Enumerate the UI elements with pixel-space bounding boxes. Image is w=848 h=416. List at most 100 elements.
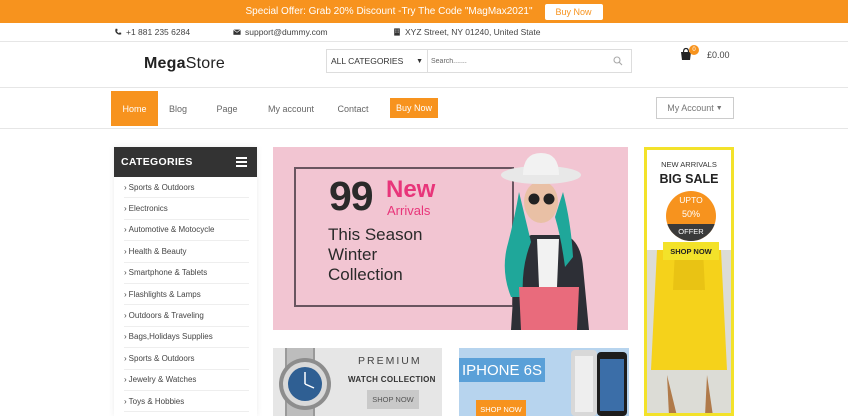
model-woman-image <box>501 153 589 330</box>
nav-buy-now-button[interactable]: Buy Now <box>390 98 438 118</box>
categories-panel: CATEGORIES › Sports & Outdoors › Electroni… <box>114 147 257 416</box>
category-item[interactable]: › Jewelry & Watches <box>124 370 249 391</box>
nav-page[interactable]: Page <box>208 91 246 126</box>
cart-count-badge: 0 <box>689 45 699 55</box>
phone-image <box>571 350 627 416</box>
chevron-right-icon: › <box>124 332 127 342</box>
chevron-right-icon: › <box>124 396 127 406</box>
phone-title: IPHONE 6S <box>459 358 546 382</box>
category-item[interactable]: › Sports & Outdoors <box>124 348 249 370</box>
promo-new-arrivals: NEW ARRIVALS <box>661 160 717 169</box>
search-bar: ALL CATEGORIES ▼ <box>326 49 632 73</box>
site-logo[interactable]: MegaStore <box>144 55 225 73</box>
chevron-right-icon: › <box>124 204 127 214</box>
promo-shop-now-button[interactable]: SHOP NOW <box>663 242 719 260</box>
category-label: Sports & Outdoors <box>128 353 195 363</box>
category-label: Health & Beauty <box>128 246 187 256</box>
watch-image <box>279 348 331 416</box>
chevron-right-icon: › <box>124 353 127 363</box>
contact-bar: +1 881 235 6284 support@dummy.com XYZ St… <box>0 23 848 42</box>
building-icon <box>394 28 400 36</box>
logo-light: Store <box>185 55 225 72</box>
category-item[interactable]: › Flashlights & Lamps <box>124 284 249 306</box>
menu-icon[interactable] <box>236 157 247 167</box>
offer-text: Special Offer: Grab 20% Discount -Try Th… <box>245 6 533 17</box>
categories-header[interactable]: CATEGORIES <box>114 147 257 177</box>
hero-line-2: Winter <box>328 245 378 264</box>
category-item[interactable]: › Automotive & Motocycle <box>124 220 249 242</box>
phone-number: +1 881 235 6284 <box>126 27 191 37</box>
category-label: Toys & Hobbies <box>128 396 185 406</box>
promo-percent: 50% <box>681 209 700 219</box>
category-label: Smartphone & Tablets <box>128 268 208 278</box>
category-item[interactable]: › Smartphone & Tablets <box>124 263 249 284</box>
category-label: Automotive & Motocycle <box>128 225 215 235</box>
promo-discount-circle: UPTO 50% OFFER <box>666 191 716 241</box>
category-label: Bags,Holidays Supplies <box>128 332 213 342</box>
contact-address: XYZ Street, NY 01240, United State <box>393 27 540 37</box>
side-promo-banner[interactable]: NEW ARRIVALS BIG SALE UPTO 50% OFFER SHO… <box>644 147 734 416</box>
hero-line-3: Collection <box>328 265 403 284</box>
main-nav: Home Blog Page My account Contact Buy No… <box>0 88 848 129</box>
chevron-right-icon: › <box>124 182 127 192</box>
chevron-right-icon: › <box>124 246 127 256</box>
categories-list: › Sports & Outdoors › Electronics › Automot… <box>114 177 257 413</box>
category-item[interactable]: › Sports & Outdoors <box>124 177 249 199</box>
category-item[interactable]: › Toys & Hobbies <box>124 391 249 413</box>
logo-bold: Mega <box>144 55 186 72</box>
my-account-dropdown[interactable]: My Account ▼ <box>656 97 734 119</box>
my-account-label: My Account <box>667 103 714 113</box>
contact-email[interactable]: support@dummy.com <box>233 27 328 37</box>
category-item[interactable]: › Outdoors & Traveling <box>124 305 249 327</box>
category-item[interactable]: › Health & Beauty <box>124 241 249 263</box>
category-item[interactable]: › Bags,Holidays Supplies <box>124 327 249 349</box>
caret-down-icon: ▼ <box>416 57 423 65</box>
search-icon <box>613 56 623 66</box>
categories-title: CATEGORIES <box>121 156 193 168</box>
address-text: XYZ Street, NY 01240, United State <box>405 27 541 37</box>
hero-line-1: This Season <box>328 225 423 244</box>
category-select[interactable]: ALL CATEGORIES ▼ <box>327 50 428 72</box>
promo-offer: OFFER <box>678 227 704 236</box>
chevron-right-icon: › <box>124 311 127 321</box>
chevron-right-icon: › <box>124 289 127 299</box>
watch-collection: WATCH COLLECTION <box>348 375 436 384</box>
yellow-dress-image <box>647 250 731 413</box>
phone-banner[interactable]: IPHONE 6S SHOP NOW <box>459 348 629 416</box>
category-label: Sports & Outdoors <box>128 182 195 192</box>
category-select-value: ALL CATEGORIES <box>331 56 404 66</box>
contact-phone[interactable]: +1 881 235 6284 <box>114 27 190 37</box>
chevron-right-icon: › <box>124 375 127 385</box>
chevron-right-icon: › <box>124 225 127 235</box>
watch-premium: PREMIUM <box>358 355 422 367</box>
nav-home[interactable]: Home <box>111 91 158 126</box>
promo-upto: UPTO <box>679 195 703 205</box>
watch-banner[interactable]: PREMIUM WATCH COLLECTION SHOP NOW <box>273 348 442 416</box>
category-label: Electronics <box>128 204 168 214</box>
offer-bar: Special Offer: Grab 20% Discount -Try Th… <box>0 0 848 23</box>
phone-shop-now-button[interactable]: SHOP NOW <box>476 400 526 416</box>
category-item[interactable]: › Electronics <box>124 198 249 220</box>
hero-banner[interactable]: 99 New Arrivals This Season Winter Colle… <box>273 147 628 330</box>
phone-icon <box>115 28 122 35</box>
offer-buy-now-button[interactable]: Buy Now <box>544 3 603 20</box>
search-button[interactable] <box>605 50 631 72</box>
nav-my-account[interactable]: My account <box>260 91 322 126</box>
promo-big-sale: BIG SALE <box>659 172 719 186</box>
category-label: Jewelry & Watches <box>128 375 197 385</box>
watch-shop-now-button[interactable]: SHOP NOW <box>367 390 419 409</box>
chevron-right-icon: › <box>124 268 127 278</box>
hero-arrivals: Arrivals <box>387 203 431 218</box>
email-address: support@dummy.com <box>245 27 328 37</box>
site-header: MegaStore ALL CATEGORIES ▼ 0 £0.00 <box>0 42 848 88</box>
search-input[interactable] <box>428 50 605 72</box>
caret-down-icon: ▼ <box>715 104 723 112</box>
category-label: Outdoors & Traveling <box>128 311 204 321</box>
nav-blog[interactable]: Blog <box>160 91 196 126</box>
nav-contact[interactable]: Contact <box>330 91 376 126</box>
hero-number: 99 <box>329 173 374 219</box>
cart-total[interactable]: £0.00 <box>707 50 730 60</box>
category-label: Flashlights & Lamps <box>128 289 201 299</box>
hero-new: New <box>386 176 436 203</box>
mail-icon <box>233 29 241 35</box>
